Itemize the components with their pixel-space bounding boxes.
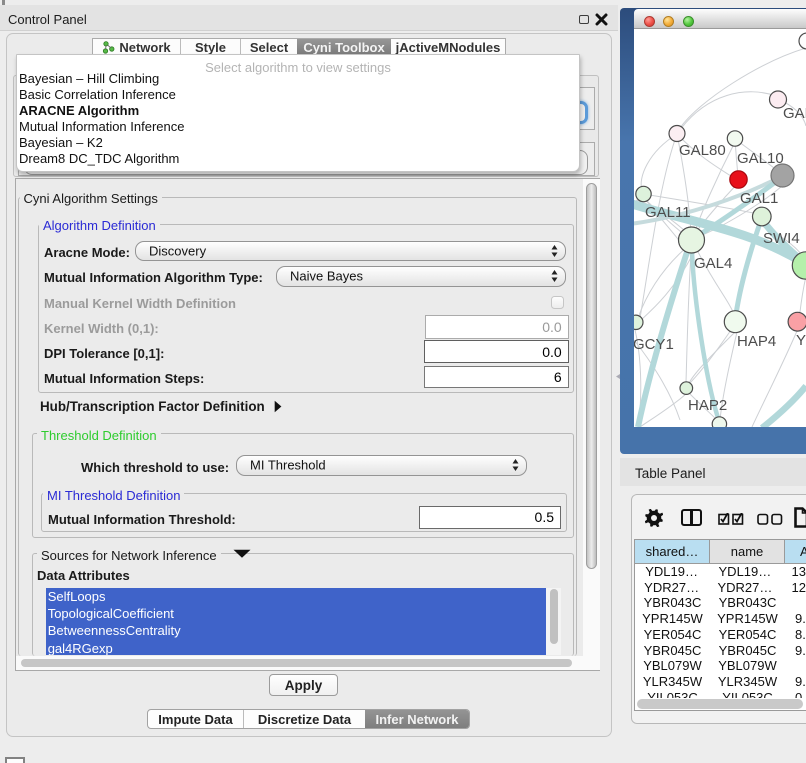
svg-text:Y: Y (796, 332, 806, 349)
svg-text:HAP2: HAP2 (688, 397, 727, 414)
svg-text:GAL1: GAL1 (740, 190, 778, 207)
svg-text:GAL4: GAL4 (694, 255, 732, 272)
svg-text:GAL10: GAL10 (737, 150, 784, 167)
svg-text:GAL11: GAL11 (645, 204, 691, 221)
svg-text:GCY1: GCY1 (634, 336, 674, 353)
svg-text:HAP4: HAP4 (737, 333, 776, 350)
svg-text:SWI4: SWI4 (763, 230, 800, 247)
svg-text:GAL80: GAL80 (679, 142, 726, 159)
svg-text:GAL7: GAL7 (783, 105, 806, 122)
